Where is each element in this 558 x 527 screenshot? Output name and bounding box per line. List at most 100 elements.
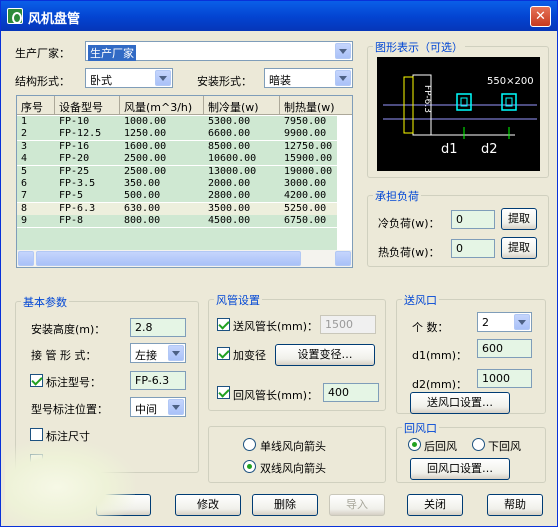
chevron-down-icon[interactable] (335, 70, 351, 86)
return-outlet-settings-button[interactable]: 回风口设置… (410, 458, 510, 480)
preview-group-title: 图形表示（可选） (373, 39, 465, 55)
table-cell: 6600.00 (208, 128, 251, 140)
table-cell: FP-20 (59, 153, 90, 165)
connect-form-value: 左接 (135, 349, 157, 362)
column-header-cooling[interactable]: 制冷量(w) (204, 96, 280, 115)
equipment-table[interactable]: 序号 设备型号 风量(m^3/h) 制冷量(w) 制热量(w) 1 FP-10 10… (16, 95, 353, 268)
structure-label: 结构形式： (15, 75, 70, 88)
table-cell: 19000.00 (284, 165, 333, 177)
d2-label: d2 (481, 142, 498, 157)
table-row[interactable]: 6 FP-3.5 350.00 2000.00 3000.00 (17, 178, 337, 190)
supply-duct-checkbox[interactable] (217, 318, 230, 331)
structure-select[interactable]: 卧式 (85, 68, 173, 88)
bottom-return-radio[interactable] (472, 438, 485, 451)
table-row[interactable]: 9 FP-8 800.00 4500.00 6750.00 (17, 215, 337, 228)
close-window-button[interactable]: ✕ (530, 6, 551, 27)
return-duct-label: 回风管长(mm)： (233, 389, 319, 402)
table-cell: 4500.00 (208, 215, 251, 227)
table-cell: 630.00 (124, 202, 161, 214)
mark-position-label: 型号标注位置： (31, 403, 108, 416)
horizontal-scrollbar[interactable] (17, 250, 352, 267)
table-cell: 9900.00 (284, 128, 327, 140)
help-button[interactable]: 帮助 (487, 494, 543, 516)
table-cell: FP-10 (59, 116, 90, 127)
table-cell: FP-3.5 (59, 178, 96, 189)
supply-outlet-title: 送风口 (402, 292, 439, 308)
column-header-model[interactable]: 设备型号 (55, 96, 120, 115)
window-title: 风机盘管 (28, 12, 81, 27)
supply-duct-label: 送风管长(mm)： (233, 320, 319, 333)
column-header-index[interactable]: 序号 (17, 96, 55, 115)
scroll-right-icon[interactable] (335, 251, 351, 266)
manufacturer-select[interactable]: 生产厂家 (85, 41, 353, 61)
cold-load-extract-button[interactable]: 提取 (501, 208, 537, 230)
table-cell: 350.00 (124, 178, 161, 189)
table-cell: 2 (21, 128, 28, 140)
outlet-count-select[interactable]: 2 (477, 312, 532, 332)
column-header-airflow[interactable]: 风量(m^3/h) (120, 96, 204, 115)
delete-button[interactable]: 删除 (252, 494, 318, 516)
d1-label: d1 (441, 142, 458, 157)
basic-params-title: 基本参数 (21, 294, 69, 310)
supply-outlet-settings-button[interactable]: 送风口设置… (410, 392, 510, 414)
single-arrow-radio[interactable] (243, 438, 256, 451)
table-cell: FP-12.5 (59, 128, 102, 140)
install-form-label: 安装形式： (197, 75, 252, 88)
cold-load-input[interactable]: 0 (451, 210, 495, 229)
table-cell: 2500.00 (124, 165, 167, 177)
table-cell: 1000.00 (124, 116, 167, 127)
mark-size-checkbox[interactable] (30, 428, 43, 441)
blurred-watermark (5, 441, 135, 525)
outlet-d1-input[interactable]: 600 (477, 339, 532, 358)
empty-table-row (17, 227, 337, 240)
scroll-left-icon[interactable] (18, 251, 34, 266)
return-duct-length-input[interactable]: 400 (323, 383, 379, 402)
column-header-heating[interactable]: 制热量(w) (280, 96, 352, 115)
table-row[interactable]: 5 FP-25 2500.00 13000.00 19000.00 (17, 165, 337, 178)
table-row[interactable]: 2 FP-12.5 1250.00 6600.00 9900.00 (17, 128, 337, 141)
reducer-checkbox[interactable] (217, 347, 230, 360)
connect-form-select[interactable]: 左接 (130, 343, 186, 363)
import-button[interactable]: 导入 (329, 494, 385, 516)
heat-load-label: 热负荷(w)： (378, 246, 440, 259)
modify-button[interactable]: 修改 (175, 494, 241, 516)
chevron-down-icon[interactable] (335, 43, 351, 59)
outlet-d2-input[interactable]: 1000 (477, 369, 532, 388)
heat-load-input[interactable]: 0 (451, 239, 495, 258)
table-cell: FP-5 (59, 190, 84, 202)
return-duct-checkbox[interactable] (217, 386, 230, 399)
double-arrow-radio[interactable] (243, 460, 256, 473)
table-row[interactable]: 8 FP-6.3 630.00 3500.00 5250.00 (17, 202, 337, 215)
return-outlet-title: 回风口 (402, 420, 439, 436)
table-cell: 2800.00 (208, 190, 251, 202)
cold-load-label: 冷负荷(w)： (378, 217, 440, 230)
table-cell: 3 (21, 140, 28, 152)
mark-model-checkbox[interactable] (30, 374, 43, 387)
close-button[interactable]: 关闭 (407, 494, 463, 516)
install-form-value: 暗装 (269, 74, 291, 87)
table-row[interactable]: 4 FP-20 2500.00 10600.00 15900.00 (17, 153, 337, 166)
table-cell: 5250.00 (284, 202, 327, 214)
mark-model-input[interactable]: FP-6.3 (130, 371, 186, 390)
heat-load-extract-button[interactable]: 提取 (501, 237, 537, 259)
rear-return-radio[interactable] (408, 438, 421, 451)
install-height-input[interactable]: 2.8 (130, 318, 186, 337)
table-row[interactable]: 3 FP-16 1600.00 8500.00 12750.00 (17, 140, 337, 153)
table-cell: 1600.00 (124, 140, 167, 152)
chevron-down-icon[interactable] (168, 345, 184, 361)
install-form-select[interactable]: 暗装 (264, 68, 353, 88)
table-row[interactable]: 7 FP-5 500.00 2800.00 4200.00 (17, 190, 337, 203)
chevron-down-icon[interactable] (168, 399, 184, 415)
table-row[interactable]: 1 FP-10 1000.00 5300.00 7950.00 (17, 116, 337, 128)
table-cell: 4 (21, 153, 28, 165)
title-bar[interactable]: 风机盘管 ✕ (1, 1, 557, 31)
connect-form-label: 接 管 形 式： (31, 349, 97, 362)
table-cell: 1250.00 (124, 128, 167, 140)
mark-position-select[interactable]: 中间 (130, 397, 186, 417)
chevron-down-icon[interactable] (155, 70, 171, 86)
set-reducer-button[interactable]: 设置变径… (275, 344, 375, 366)
supply-duct-length-input[interactable]: 1500 (320, 315, 376, 334)
scroll-thumb[interactable] (36, 251, 301, 266)
table-cell: 12750.00 (284, 140, 333, 152)
chevron-down-icon[interactable] (514, 314, 530, 330)
